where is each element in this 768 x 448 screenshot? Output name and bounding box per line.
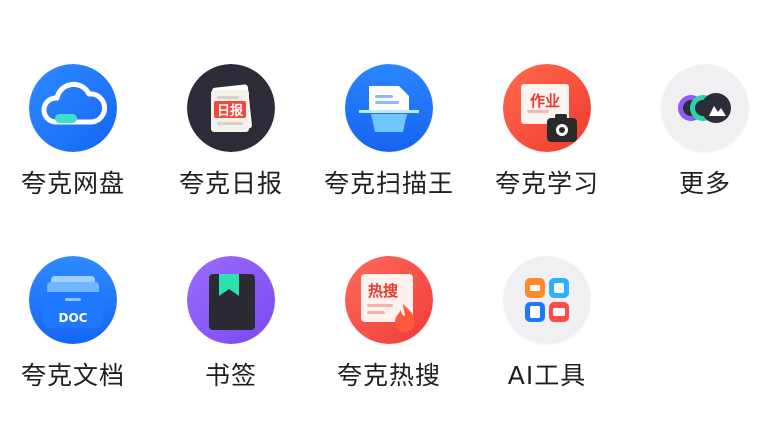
bookmark-icon	[187, 256, 275, 344]
app-label: 夸克网盘	[20, 169, 125, 198]
ai-tools-icon	[503, 256, 591, 344]
app-label: 夸克文档	[20, 361, 125, 390]
app-more[interactable]: 更多	[630, 64, 768, 200]
document-folder-icon: DOC	[29, 256, 117, 344]
app-ai-tools[interactable]: AI工具	[472, 256, 622, 392]
more-apps-icon	[661, 64, 749, 152]
app-scanner[interactable]: 夸克扫描王	[314, 64, 464, 200]
badge-text: 日报	[217, 104, 244, 119]
app-daily-news[interactable]: 日报 夸克日报	[156, 64, 306, 200]
app-documents[interactable]: DOC 夸克文档	[0, 256, 148, 392]
app-grid: 夸克网盘 日报 夸克日报 夸克扫描王 作业 夸克学习 更多 DOC 夸克文档 书…	[0, 0, 768, 448]
app-hot-search[interactable]: 热搜 夸克热搜	[314, 256, 464, 392]
badge-text: 作业	[530, 92, 560, 110]
cloud-drive-icon	[29, 64, 117, 152]
scanner-icon	[345, 64, 433, 152]
app-label: 夸克日报	[178, 169, 283, 198]
app-label: AI工具	[507, 361, 587, 390]
app-cloud-drive[interactable]: 夸克网盘	[0, 64, 148, 200]
app-label: 夸克学习	[494, 169, 599, 198]
app-label: 书签	[204, 361, 257, 390]
badge-text: DOC	[59, 311, 88, 325]
app-bookmarks[interactable]: 书签	[156, 256, 306, 392]
newspaper-icon: 日报	[187, 64, 275, 152]
homework-camera-icon: 作业	[503, 64, 591, 152]
hot-search-icon: 热搜	[345, 256, 433, 344]
app-label: 更多	[678, 169, 731, 198]
badge-text: 热搜	[368, 282, 399, 300]
app-label: 夸克扫描王	[323, 169, 454, 198]
app-label: 夸克热搜	[336, 361, 441, 390]
app-study[interactable]: 作业 夸克学习	[472, 64, 622, 200]
